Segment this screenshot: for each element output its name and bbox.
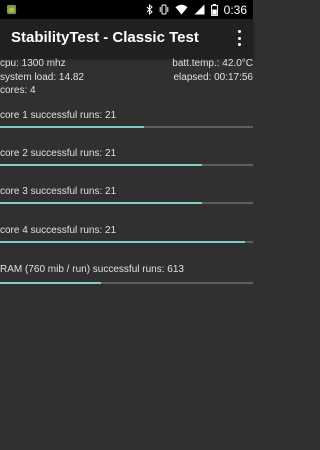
ram-progress-track: [0, 282, 253, 284]
signal-icon: [194, 4, 205, 15]
battery-temperature: batt.temp.: 42.0°C: [172, 58, 253, 69]
wifi-icon: [175, 4, 188, 15]
elapsed-time: elapsed: 00:17:56: [173, 71, 253, 83]
android-icon: [6, 4, 17, 15]
vibrate-icon: [159, 4, 168, 15]
core-2-test: core 2 successful runs: 21: [0, 148, 253, 166]
core-4-progress-fill: [0, 241, 246, 243]
core-1-progress-track: [0, 126, 253, 128]
battery-icon: [210, 3, 218, 16]
more-vert-icon[interactable]: [233, 30, 245, 46]
core-3-progress-track: [0, 202, 253, 204]
core-4-test: core 4 successful runs: 21: [0, 225, 253, 243]
page-title: StabilityTest - Classic Test: [11, 29, 199, 46]
stats-row-3: cores: 4: [0, 85, 253, 99]
status-bar: 0:36: [0, 0, 253, 19]
core-1-label: core 1 successful runs: 21: [0, 110, 117, 121]
more-dot: [237, 43, 241, 46]
cpu-frequency: cpu: 1300 mhz: [0, 58, 66, 69]
bluetooth-icon: [146, 4, 153, 15]
core-1-progress-fill: [0, 126, 145, 128]
core-4-label: core 4 successful runs: 21: [0, 225, 117, 236]
core-2-progress-track: [0, 164, 253, 166]
stats-row-1: cpu: 1300 mhz batt.temp.: 42.0°C: [0, 58, 253, 72]
app-bar: StabilityTest - Classic Test: [0, 19, 253, 57]
core-2-progress-fill: [0, 164, 203, 166]
ram-label: RAM (760 mib / run) successful runs: 613: [0, 264, 184, 275]
stats-panel: cpu: 1300 mhz batt.temp.: 42.0°C system …: [0, 58, 253, 99]
system-load: system load: 14.82: [0, 71, 84, 83]
clock: 0:36: [223, 2, 247, 17]
core-3-label: core 3 successful runs: 21: [0, 186, 117, 197]
core-2-label: core 2 successful runs: 21: [0, 148, 117, 159]
core-count: cores: 4: [0, 85, 36, 96]
core-3-progress-fill: [0, 202, 203, 204]
ram-progress-fill: [0, 282, 102, 284]
more-dot: [237, 36, 241, 40]
core-1-test: core 1 successful runs: 21: [0, 110, 253, 128]
ram-test: RAM (760 mib / run) successful runs: 613: [0, 264, 253, 284]
core-3-test: core 3 successful runs: 21: [0, 186, 253, 204]
core-4-progress-track: [0, 241, 253, 243]
more-dot: [237, 30, 241, 33]
stats-row-2: system load: 14.82 elapsed: 00:17:56: [0, 72, 253, 86]
